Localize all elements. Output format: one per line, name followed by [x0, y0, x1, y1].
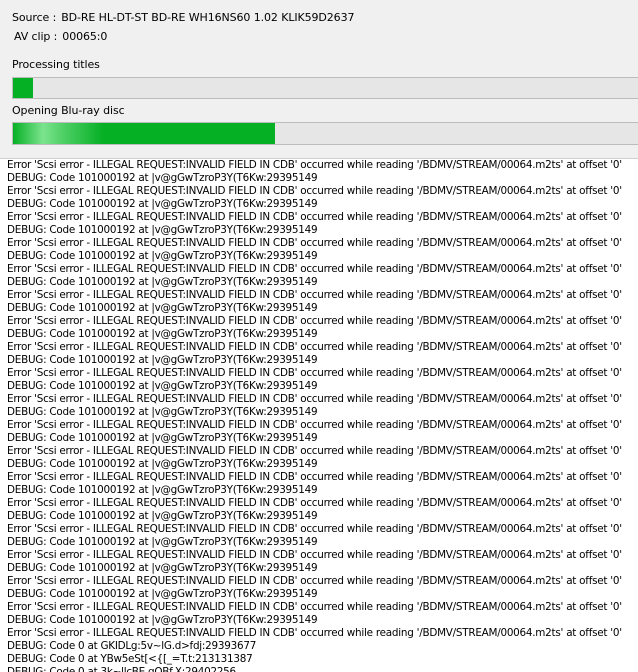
titles-progress-fill	[13, 78, 33, 98]
avclip-info: AV clip : 00065:0	[14, 30, 107, 43]
titles-progress-bar	[12, 77, 638, 99]
avclip-label: AV clip :	[14, 30, 58, 43]
log-line: Error 'Scsi error - ILLEGAL REQUEST:INVA…	[7, 289, 622, 301]
log-line: Error 'Scsi error - ILLEGAL REQUEST:INVA…	[7, 523, 622, 535]
log-line: Error 'Scsi error - ILLEGAL REQUEST:INVA…	[7, 159, 622, 171]
log-line: DEBUG: Code 0 at GKIDLg:5v~lG.d>fdj:2939…	[7, 640, 257, 652]
status-panel: Source : BD-RE HL-DT-ST BD-RE WH16NS60 1.…	[0, 0, 638, 160]
log-line: Error 'Scsi error - ILLEGAL REQUEST:INVA…	[7, 263, 622, 275]
log-line: Error 'Scsi error - ILLEGAL REQUEST:INVA…	[7, 341, 622, 353]
log-line: DEBUG: Code 101000192 at |v@gGwTzroP3Y(T…	[7, 354, 318, 366]
log-line: DEBUG: Code 101000192 at |v@gGwTzroP3Y(T…	[7, 250, 318, 262]
titles-progress-label: Processing titles	[12, 58, 100, 71]
source-info: Source : BD-RE HL-DT-ST BD-RE WH16NS60 1.…	[12, 11, 354, 24]
log-line: Error 'Scsi error - ILLEGAL REQUEST:INVA…	[7, 367, 622, 379]
log-line: DEBUG: Code 101000192 at |v@gGwTzroP3Y(T…	[7, 302, 318, 314]
disc-progress-label: Opening Blu-ray disc	[12, 104, 125, 117]
log-line: Error 'Scsi error - ILLEGAL REQUEST:INVA…	[7, 419, 622, 431]
disc-progress-fill	[13, 123, 275, 144]
log-line: Error 'Scsi error - ILLEGAL REQUEST:INVA…	[7, 237, 622, 249]
log-line: DEBUG: Code 101000192 at |v@gGwTzroP3Y(T…	[7, 432, 318, 444]
log-line: DEBUG: Code 101000192 at |v@gGwTzroP3Y(T…	[7, 276, 318, 288]
log-line: DEBUG: Code 0 at 3k~llcBE gQBf.X:2940225…	[7, 666, 236, 672]
disc-progress-bar	[12, 122, 638, 145]
log-line: Error 'Scsi error - ILLEGAL REQUEST:INVA…	[7, 497, 622, 509]
log-line: DEBUG: Code 101000192 at |v@gGwTzroP3Y(T…	[7, 380, 318, 392]
log-line: DEBUG: Code 101000192 at |v@gGwTzroP3Y(T…	[7, 614, 318, 626]
log-line: DEBUG: Code 101000192 at |v@gGwTzroP3Y(T…	[7, 458, 318, 470]
log-line: DEBUG: Code 101000192 at |v@gGwTzroP3Y(T…	[7, 198, 318, 210]
log-line: Error 'Scsi error - ILLEGAL REQUEST:INVA…	[7, 627, 622, 639]
log-line: DEBUG: Code 101000192 at |v@gGwTzroP3Y(T…	[7, 328, 318, 340]
log-output[interactable]: Error 'Scsi error - ILLEGAL REQUEST:INVA…	[0, 159, 638, 672]
log-line: Error 'Scsi error - ILLEGAL REQUEST:INVA…	[7, 185, 622, 197]
log-line: DEBUG: Code 101000192 at |v@gGwTzroP3Y(T…	[7, 172, 318, 184]
log-line: DEBUG: Code 0 at YBw5eSt[<{[_=T.t:213131…	[7, 653, 253, 665]
log-line: DEBUG: Code 101000192 at |v@gGwTzroP3Y(T…	[7, 536, 318, 548]
log-line: Error 'Scsi error - ILLEGAL REQUEST:INVA…	[7, 549, 622, 561]
log-line: DEBUG: Code 101000192 at |v@gGwTzroP3Y(T…	[7, 406, 318, 418]
avclip-value: 00065:0	[62, 30, 108, 43]
log-line: Error 'Scsi error - ILLEGAL REQUEST:INVA…	[7, 315, 622, 327]
makemkv-progress-window: Source : BD-RE HL-DT-ST BD-RE WH16NS60 1.…	[0, 0, 638, 672]
source-label: Source :	[12, 11, 57, 24]
log-line: Error 'Scsi error - ILLEGAL REQUEST:INVA…	[7, 575, 622, 587]
log-line: Error 'Scsi error - ILLEGAL REQUEST:INVA…	[7, 211, 622, 223]
log-line: DEBUG: Code 101000192 at |v@gGwTzroP3Y(T…	[7, 562, 318, 574]
log-line: Error 'Scsi error - ILLEGAL REQUEST:INVA…	[7, 471, 622, 483]
log-line: Error 'Scsi error - ILLEGAL REQUEST:INVA…	[7, 601, 622, 613]
log-line: Error 'Scsi error - ILLEGAL REQUEST:INVA…	[7, 393, 622, 405]
log-line: Error 'Scsi error - ILLEGAL REQUEST:INVA…	[7, 445, 622, 457]
log-line: DEBUG: Code 101000192 at |v@gGwTzroP3Y(T…	[7, 510, 318, 522]
source-value: BD-RE HL-DT-ST BD-RE WH16NS60 1.02 KLIK5…	[61, 11, 355, 24]
log-line: DEBUG: Code 101000192 at |v@gGwTzroP3Y(T…	[7, 224, 318, 236]
log-line: DEBUG: Code 101000192 at |v@gGwTzroP3Y(T…	[7, 588, 318, 600]
log-line: DEBUG: Code 101000192 at |v@gGwTzroP3Y(T…	[7, 484, 318, 496]
